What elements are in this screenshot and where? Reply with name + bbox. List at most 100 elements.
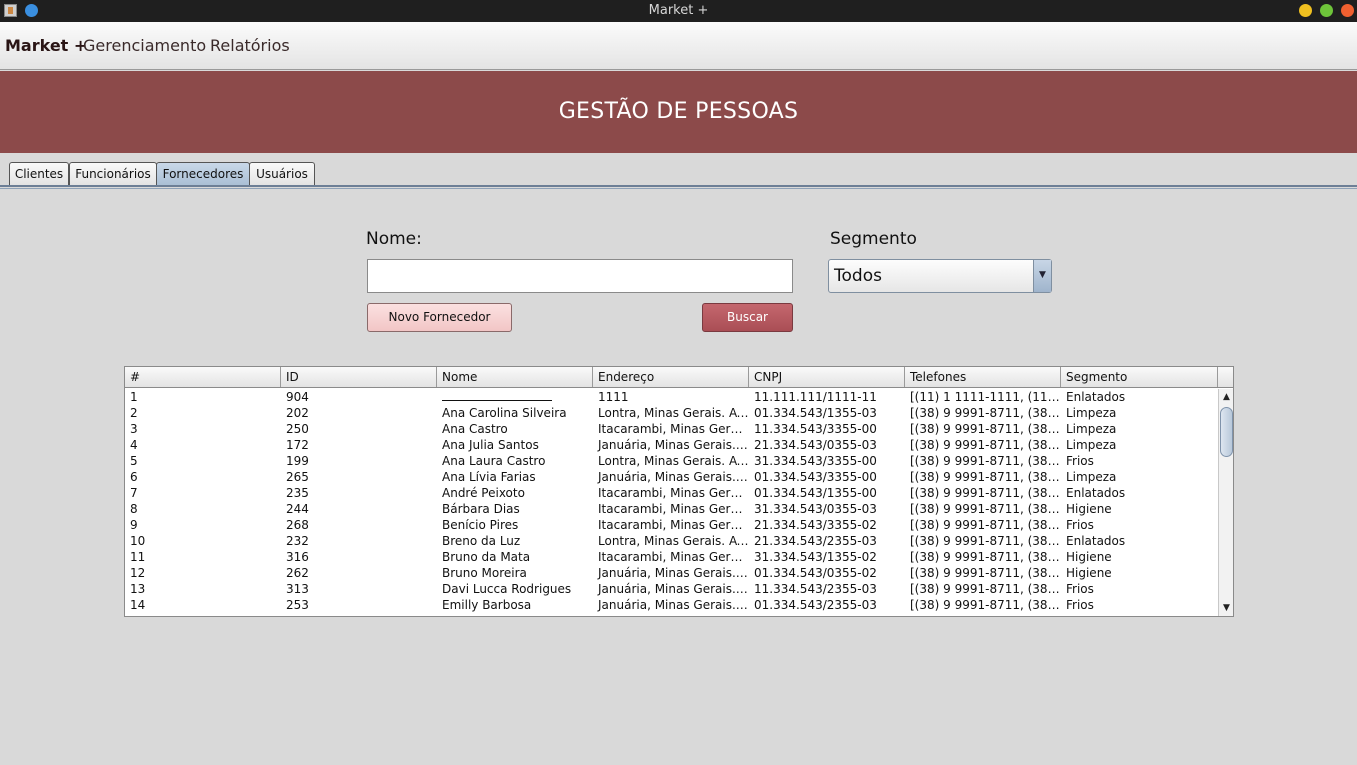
cell-index: 2	[130, 406, 138, 420]
cell-index: 3	[130, 422, 138, 436]
cell-cnpj: 01.334.543/0355-02	[754, 566, 877, 580]
cell-endereco: Januária, Minas Gerais. ...	[598, 582, 749, 596]
segmento-label: Segmento	[830, 229, 917, 249]
maximize-button[interactable]	[1320, 4, 1333, 17]
novo-fornecedor-button[interactable]: Novo Fornecedor	[367, 303, 512, 332]
cell-cnpj: 31.334.543/0355-03	[754, 502, 877, 516]
table-row[interactable]: 9 268 Benício Pires Itacarambi, Minas Gerai…	[125, 517, 1218, 533]
cell-segmento: Frios	[1066, 454, 1094, 468]
column-header-telefones[interactable]: Telefones	[905, 367, 1061, 387]
cell-id: 316	[286, 550, 309, 564]
column-header-segmento[interactable]: Segmento	[1061, 367, 1218, 387]
cell-nome: Ana Castro	[442, 422, 508, 436]
cell-id: 262	[286, 566, 309, 580]
fornecedores-table: # ID Nome Endereço CNPJ Telefones Segmen…	[124, 366, 1234, 617]
cell-segmento: Higiene	[1066, 502, 1112, 516]
column-header-id[interactable]: ID	[281, 367, 437, 387]
menu-bar: Market + Gerenciamento Relatórios	[0, 22, 1357, 70]
cell-index: 9	[130, 518, 138, 532]
nome-input[interactable]	[367, 259, 793, 293]
table-row[interactable]: 8 244 Bárbara Dias Itacarambi, Minas Gerai.…	[125, 501, 1218, 517]
cell-index: 1	[130, 390, 138, 404]
cell-endereco: Januária, Minas Gerais. ...	[598, 598, 749, 612]
cell-telefones: [(38) 9 9991-8711, (38) 9...	[910, 566, 1061, 580]
cell-telefones: [(38) 9 9991-8711, (38) 9...	[910, 518, 1061, 532]
cell-nome: Davi Lucca Rodrigues	[442, 582, 572, 596]
table-row[interactable]: 6 265 Ana Lívia Farias Januária, Minas Gera…	[125, 469, 1218, 485]
column-header-endereco[interactable]: Endereço	[593, 367, 749, 387]
scroll-down-icon[interactable]: ▼	[1219, 601, 1233, 615]
scroll-up-icon[interactable]: ▲	[1219, 390, 1233, 404]
cell-segmento: Frios	[1066, 518, 1094, 532]
cell-telefones: [(38) 9 9991-8711, (38) 9...	[910, 422, 1061, 436]
table-row[interactable]: 5 199 Ana Laura Castro Lontra, Minas Gerais…	[125, 453, 1218, 469]
cell-cnpj: 21.334.543/2355-03	[754, 534, 877, 548]
column-header-cnpj[interactable]: CNPJ	[749, 367, 905, 387]
table-row[interactable]: 7 235 André Peixoto Itacarambi, Minas Gerai…	[125, 485, 1218, 501]
buscar-button[interactable]: Buscar	[702, 303, 793, 332]
cell-index: 7	[130, 486, 138, 500]
cell-nome: Bárbara Dias	[442, 502, 520, 516]
table-row[interactable]: 14 253 Emilly Barbosa Januária, Minas Gerai…	[125, 597, 1218, 613]
table-row[interactable]: 2 202 Ana Carolina Silveira Lontra, Minas G…	[125, 405, 1218, 421]
column-header-index[interactable]: #	[125, 367, 281, 387]
close-button[interactable]	[1341, 4, 1354, 17]
table-row[interactable]: 13 313 Davi Lucca Rodrigues Januária, Minas…	[125, 581, 1218, 597]
cell-cnpj: 01.334.543/2355-03	[754, 598, 877, 612]
cell-id: 232	[286, 534, 309, 548]
cell-endereco: Januária, Minas Gerais. ...	[598, 470, 749, 484]
cell-cnpj: 01.334.543/1355-00	[754, 486, 877, 500]
cell-index: 4	[130, 438, 138, 452]
cell-id: 244	[286, 502, 309, 516]
cell-segmento: Enlatados	[1066, 486, 1126, 500]
cell-telefones: [(38) 9 9991-8711, (38) 9...	[910, 454, 1061, 468]
cell-segmento: Enlatados	[1066, 534, 1126, 548]
header-banner: GESTÃO DE PESSOAS	[0, 71, 1357, 153]
cell-endereco: Itacarambi, Minas Gerai...	[598, 518, 749, 532]
cell-index: 14	[130, 598, 146, 612]
cell-segmento: Limpeza	[1066, 406, 1117, 420]
menu-relatorios[interactable]: Relatórios	[210, 36, 290, 55]
cell-segmento: Limpeza	[1066, 438, 1117, 452]
cell-nome: Ana Laura Castro	[442, 454, 546, 468]
cell-nome: Bruno Moreira	[442, 566, 527, 580]
table-row[interactable]: 3 250 Ana Castro Itacarambi, Minas Gerai...…	[125, 421, 1218, 437]
table-row[interactable]: 12 262 Bruno Moreira Januária, Minas Gerais…	[125, 565, 1218, 581]
cell-segmento: Limpeza	[1066, 422, 1117, 436]
table-row[interactable]: 10 232 Breno da Luz Lontra, Minas Gerais. A…	[125, 533, 1218, 549]
table-scrollbar[interactable]: ▲ ▼	[1218, 389, 1233, 616]
chevron-down-icon[interactable]: ▼	[1033, 260, 1051, 292]
cell-segmento: Frios	[1066, 598, 1094, 612]
cell-cnpj: 11.334.543/3355-00	[754, 422, 877, 436]
cell-telefones: [(38) 9 9991-8711, (38) 9...	[910, 406, 1061, 420]
cell-cnpj: 11.334.543/2355-03	[754, 582, 877, 596]
cell-index: 6	[130, 470, 138, 484]
tab-divider-shadow	[0, 188, 1357, 189]
cell-id: 250	[286, 422, 309, 436]
cell-nome: Ana Carolina Silveira	[442, 406, 567, 420]
cell-id: 268	[286, 518, 309, 532]
scrollbar-thumb[interactable]	[1220, 407, 1233, 457]
cell-index: 11	[130, 550, 146, 564]
cell-cnpj: 01.334.543/1355-03	[754, 406, 877, 420]
table-row[interactable]: 11 316 Bruno da Mata Itacarambi, Minas Gera…	[125, 549, 1218, 565]
tab-usuarios[interactable]: Usuários	[249, 162, 315, 186]
cell-nome: Breno da Luz	[442, 534, 521, 548]
cell-segmento: Limpeza	[1066, 470, 1117, 484]
tab-fornecedores[interactable]: Fornecedores	[156, 162, 250, 186]
table-row[interactable]: 1 904 1111 11.111.111/1111-11 [(11) 1 1111-1…	[125, 389, 1218, 405]
menu-gerenciamento[interactable]: Gerenciamento	[83, 36, 206, 55]
nome-label: Nome:	[366, 229, 422, 249]
table-row[interactable]: 4 172 Ana Julia Santos Januária, Minas Gera…	[125, 437, 1218, 453]
menu-brand[interactable]: Market +	[5, 36, 87, 55]
cell-cnpj: 21.334.543/0355-03	[754, 438, 877, 452]
blank-name-underline	[442, 389, 552, 401]
minimize-button[interactable]	[1299, 4, 1312, 17]
cell-telefones: [(38) 9 9991-8711, (38) 9...	[910, 534, 1061, 548]
tab-clientes[interactable]: Clientes	[9, 162, 69, 186]
column-header-nome[interactable]: Nome	[437, 367, 593, 387]
cell-cnpj: 31.334.543/1355-02	[754, 550, 877, 564]
segmento-select[interactable]: Todos ▼	[828, 259, 1052, 293]
cell-id: 199	[286, 454, 309, 468]
tab-funcionarios[interactable]: Funcionários	[69, 162, 157, 186]
